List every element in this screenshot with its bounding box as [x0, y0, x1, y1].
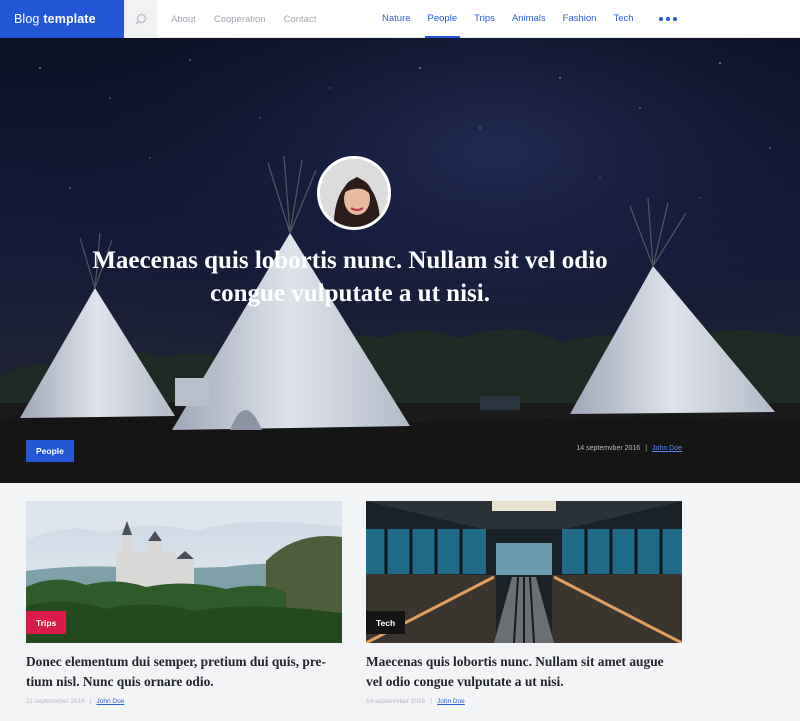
nav-category-people[interactable]: People [424, 0, 460, 38]
more-dots-icon [659, 17, 663, 21]
nav-category-nature[interactable]: Nature [382, 0, 411, 38]
secondary-nav: About Cooperation Contact [171, 0, 334, 38]
nav-category-tech[interactable]: Tech [613, 0, 633, 38]
hero-category-badge[interactable]: People [26, 440, 74, 462]
meta-separator: | [89, 698, 92, 705]
post-card-meta: 11 septemvber 2016 | John Doe [26, 698, 342, 705]
nav-category-animals[interactable]: Animals [512, 0, 546, 38]
post-card-date: 14 septemvber 2016 [366, 698, 426, 705]
post-card-image[interactable]: Trips [26, 501, 342, 643]
hero-author-link[interactable]: John Doe [652, 445, 682, 452]
search-button[interactable] [124, 0, 157, 38]
search-icon [135, 13, 147, 25]
meta-separator: | [645, 445, 648, 452]
nav-category-fashion[interactable]: Fashion [563, 0, 597, 38]
post-card-meta: 14 septemvber 2016 | John Doe [366, 698, 682, 705]
escalator-station-image [366, 501, 682, 643]
nav-category-trips[interactable]: Trips [474, 0, 495, 38]
brand-logo[interactable]: Blog template [0, 0, 124, 38]
post-card-category-badge[interactable]: Tech [366, 611, 406, 634]
post-card-category-badge[interactable]: Trips [26, 611, 67, 634]
nav-link-cooperation[interactable]: Cooperation [214, 14, 266, 25]
more-dots-icon [673, 17, 677, 21]
post-card: Trips Donec elementum dui semper, pretiu… [26, 501, 342, 705]
castle-landscape-image [26, 501, 342, 643]
post-card-date: 11 septemvber 2016 [26, 698, 85, 705]
more-menu-button[interactable] [659, 0, 677, 38]
post-card-author-link[interactable]: John Doe [96, 698, 124, 705]
top-navigation-bar: Blog template About Cooperation Contact … [0, 0, 800, 38]
hero-featured-post[interactable]: Maecenas quis lobortis nunc. Nullam sit … [0, 38, 800, 483]
nav-link-contact[interactable]: Contact [284, 14, 317, 25]
author-avatar[interactable] [317, 156, 391, 230]
brand-text-part2: template [43, 12, 96, 26]
category-nav: Nature People Trips Animals Fashion Tech [382, 0, 651, 38]
hero-post-title[interactable]: Maecenas quis lobortis nunc. Nullam sit … [90, 244, 610, 310]
hero-post-date: 14 septemvber 2016 [576, 445, 641, 452]
brand-text-part1: Blog [14, 12, 40, 26]
post-card-title[interactable]: Donec elementum dui semper, pretium dui … [26, 652, 342, 692]
post-card-author-link[interactable]: John Doe [437, 698, 465, 705]
hero-post-meta: 14 septemvber 2016 | John Doe [576, 445, 682, 452]
post-card: Tech Maecenas quis lobortis nunc. Nullam… [366, 501, 682, 705]
nav-link-about[interactable]: About [171, 14, 196, 25]
post-card-title[interactable]: Maecenas quis lobortis nunc. Nullam sit … [366, 652, 682, 692]
meta-separator: | [430, 698, 432, 705]
more-dots-icon [666, 17, 670, 21]
post-card-image[interactable]: Tech [366, 501, 682, 643]
